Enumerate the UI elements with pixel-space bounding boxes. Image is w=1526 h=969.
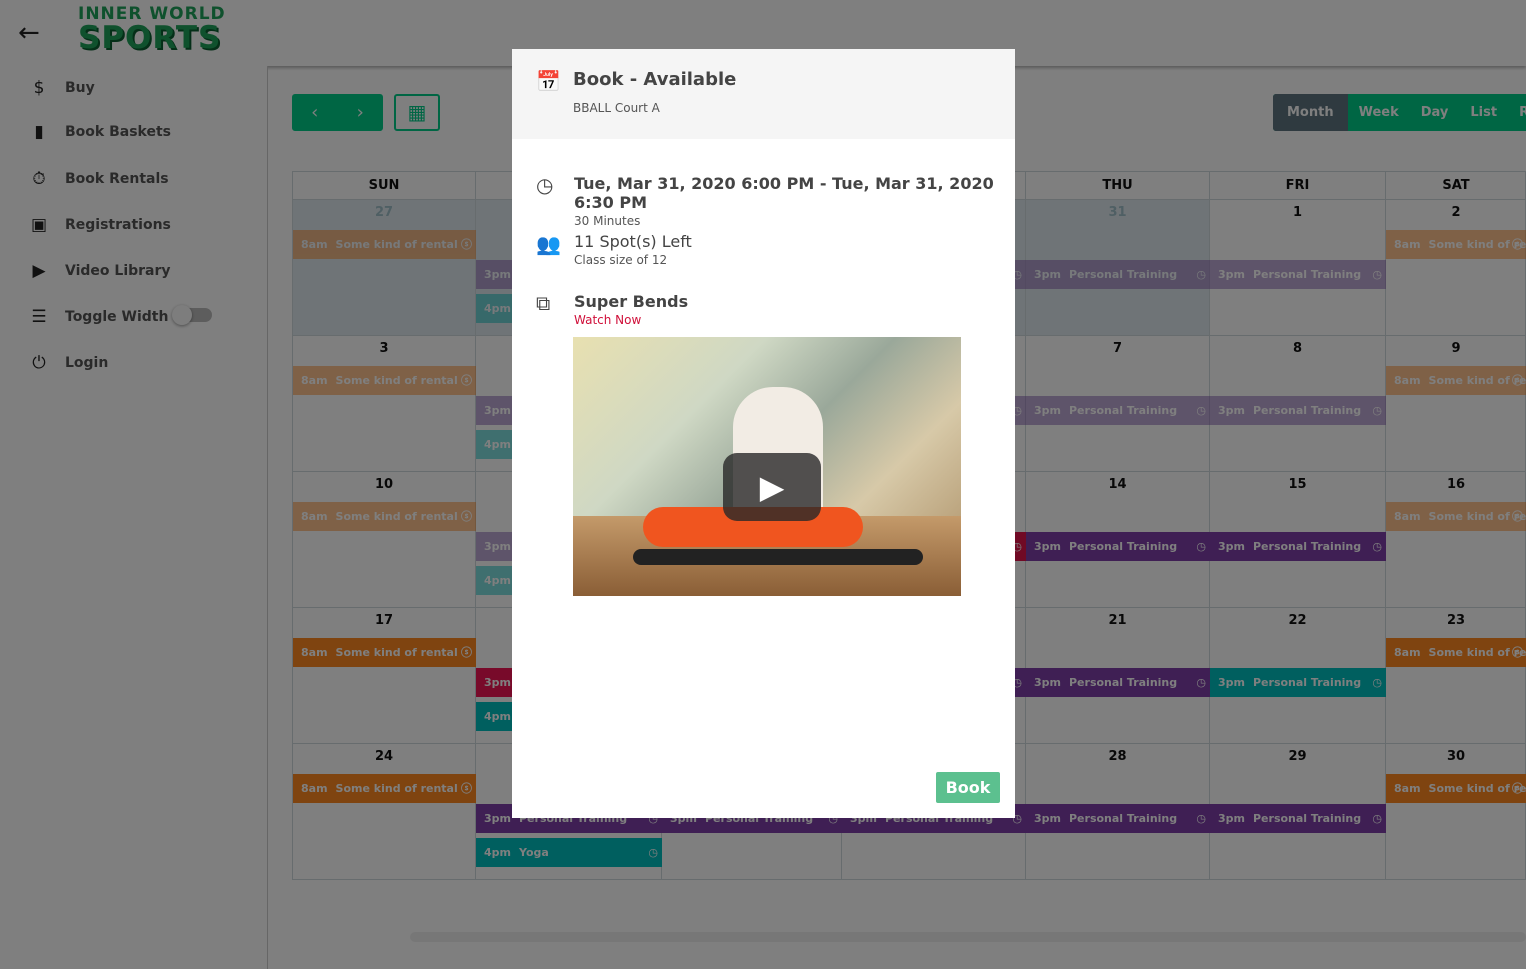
calendar-icon: 📅: [536, 69, 561, 93]
duration: 30 Minutes: [574, 214, 641, 228]
clock-icon: ◷: [536, 173, 554, 197]
class-size: Class size of 12: [574, 253, 668, 267]
play-icon[interactable]: ▶: [723, 453, 821, 521]
watch-now-link[interactable]: Watch Now: [574, 313, 688, 327]
video-title: Super Bends: [574, 292, 689, 311]
video-thumbnail[interactable]: ▶: [573, 337, 961, 596]
mat: [633, 549, 923, 565]
booking-modal: 📅 Book - Available BBALL Court A ◷ Tue, …: [512, 49, 1015, 818]
spots-left: 11 Spot(s) Left: [574, 232, 692, 251]
datetime: Tue, Mar 31, 2020 6:00 PM - Tue, Mar 31,…: [574, 174, 994, 212]
video-row: Super Bends Watch Now: [574, 292, 688, 327]
people-icon: 👥: [536, 232, 561, 256]
modal-title: Book - Available: [573, 69, 737, 90]
spots-row: 11 Spot(s) Left Class size of 12: [574, 232, 692, 267]
modal-header: 📅 Book - Available BBALL Court A: [512, 49, 1015, 139]
datetime-row: Tue, Mar 31, 2020 6:00 PM - Tue, Mar 31,…: [574, 174, 1015, 228]
video-library-icon: ⧉: [536, 291, 551, 315]
book-button[interactable]: Book: [936, 772, 1000, 803]
modal-subtitle: BBALL Court A: [573, 101, 660, 115]
